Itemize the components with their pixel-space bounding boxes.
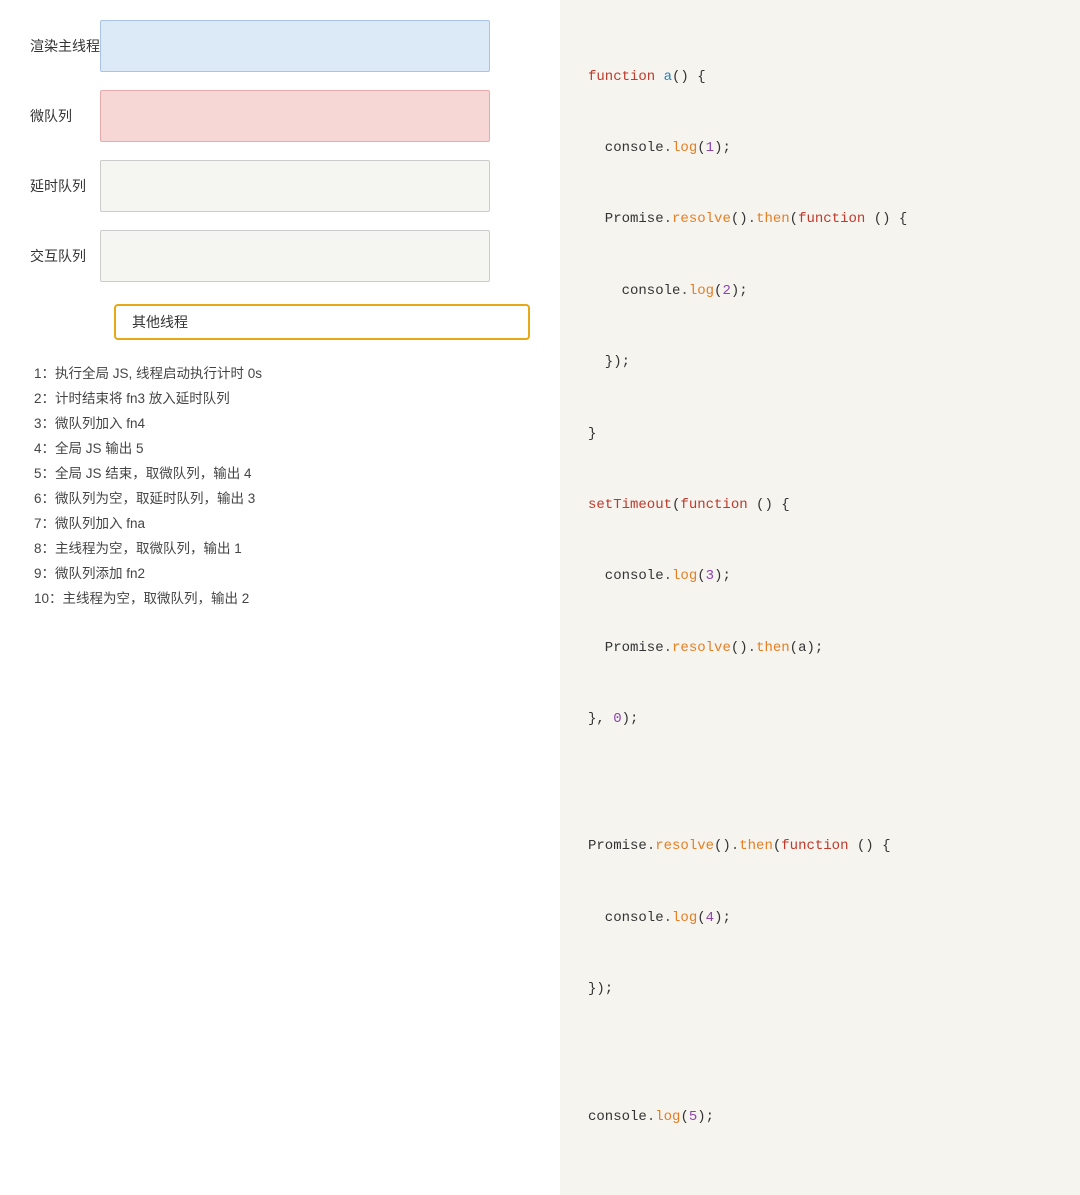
left-panel: 渲染主线程微队列延时队列交互队列 其他线程 1：执行全局 JS, 线程启动执行计… — [0, 0, 560, 1195]
step-item-1: 1：执行全局 JS, 线程启动执行计时 0s — [34, 362, 530, 387]
step-item-2: 2：计时结束将 fn3 放入延时队列 — [34, 387, 530, 412]
steps-list: 1：执行全局 JS, 线程启动执行计时 0s2：计时结束将 fn3 放入延时队列… — [34, 362, 530, 612]
queue-box-render-main — [100, 20, 490, 72]
queue-label-render-main: 渲染主线程 — [30, 36, 100, 56]
queue-box-delay — [100, 160, 490, 212]
step-item-9: 9：微队列添加 fn2 — [34, 562, 530, 587]
queue-row-micro: 微队列 — [30, 90, 530, 142]
queue-label-interaction: 交互队列 — [30, 246, 100, 266]
queue-box-interaction — [100, 230, 490, 282]
step-item-7: 7：微队列加入 fna — [34, 512, 530, 537]
step-item-8: 8：主线程为空，取微队列，输出 1 — [34, 537, 530, 562]
code-block: function a() { console.log(1); Promise.r… — [588, 18, 1052, 1177]
queue-label-micro: 微队列 — [30, 106, 100, 126]
step-item-4: 4：全局 JS 输出 5 — [34, 437, 530, 462]
code-panel: function a() { console.log(1); Promise.r… — [560, 0, 1080, 1195]
queues-container: 渲染主线程微队列延时队列交互队列 — [30, 20, 530, 300]
step-item-6: 6：微队列为空，取延时队列，输出 3 — [34, 487, 530, 512]
queue-row-interaction: 交互队列 — [30, 230, 530, 282]
step-item-5: 5：全局 JS 结束，取微队列，输出 4 — [34, 462, 530, 487]
queue-box-micro — [100, 90, 490, 142]
queue-label-delay: 延时队列 — [30, 176, 100, 196]
queue-row-render-main: 渲染主线程 — [30, 20, 530, 72]
step-item-3: 3：微队列加入 fn4 — [34, 412, 530, 437]
queue-row-delay: 延时队列 — [30, 160, 530, 212]
other-thread-button[interactable]: 其他线程 — [114, 304, 530, 340]
